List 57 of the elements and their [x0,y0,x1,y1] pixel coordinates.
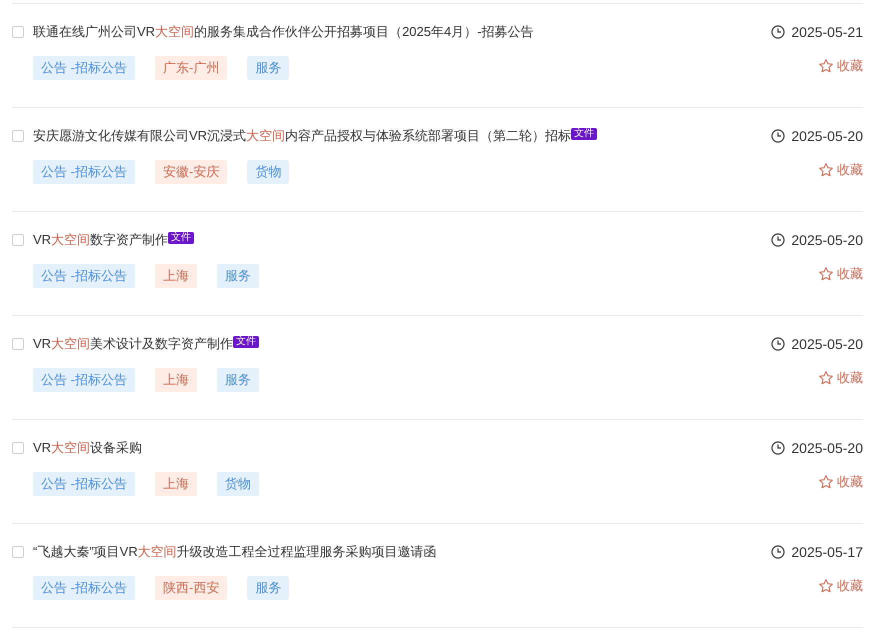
tag[interactable]: 服务 [216,264,259,288]
star-icon [818,578,834,594]
checkbox[interactable] [12,546,24,558]
date: 2025-05-20 [791,230,863,250]
item-title-link[interactable]: 安庆愿游文化传媒有限公司VR沉浸式大空间内容产品授权与体验系统部署项目（第二轮）招标 [33,126,572,146]
clock-icon [771,441,786,455]
favorite-button[interactable]: 收藏 [818,264,863,284]
tag[interactable]: 上海 [154,472,197,496]
item-title-link[interactable]: VR大空间设备采购 [33,438,142,458]
item-title-link[interactable]: “飞越大秦”项目VR大空间升级改造工程全过程监理服务采购项目邀请函 [33,542,437,562]
favorite-button[interactable]: 收藏 [818,160,863,180]
star-icon [818,474,834,490]
star-icon [818,162,834,178]
star-icon [818,370,834,386]
tag[interactable]: 上海 [154,368,197,392]
favorite-button[interactable]: 收藏 [818,576,863,596]
checkbox[interactable] [12,130,24,142]
checkbox[interactable] [12,338,24,350]
tag[interactable]: 服务 [247,56,290,80]
date: 2025-05-20 [791,334,863,354]
checkbox[interactable] [12,26,24,38]
tag[interactable]: 公告 -招标公告 [33,264,135,288]
tag[interactable]: 公告 -招标公告 [33,472,135,496]
tag[interactable]: 陕西-西安 [154,576,228,600]
star-icon [818,58,834,74]
favorite-button[interactable]: 收藏 [818,368,863,388]
favorite-button[interactable]: 收藏 [818,56,863,76]
file-badge: 文件 [233,336,260,348]
tag[interactable]: 公告 -招标公告 [33,368,135,392]
tag[interactable]: 广东-广州 [154,56,228,80]
date: 2025-05-20 [791,126,863,146]
date: 2025-05-20 [791,438,863,458]
tag[interactable]: 安徽-安庆 [154,160,228,184]
item-title-link[interactable]: VR大空间美术设计及数字资产制作 [33,334,234,354]
item-title-link[interactable]: 联通在线广州公司VR大空间的服务集成合作伙伴公开招募项目（2025年4月）-招募公告 [33,22,534,42]
checkbox[interactable] [12,442,24,454]
tag[interactable]: 服务 [216,368,259,392]
tag[interactable]: 货物 [247,160,290,184]
tag[interactable]: 上海 [154,264,197,288]
checkbox[interactable] [12,234,24,246]
clock-icon [771,129,786,143]
tag[interactable]: 公告 -招标公告 [33,576,135,600]
date: 2025-05-21 [791,22,863,42]
clock-icon [771,545,786,559]
tag[interactable]: 公告 -招标公告 [33,160,135,184]
clock-icon [771,337,786,351]
star-icon [818,266,834,282]
tag[interactable]: 公告 -招标公告 [33,56,135,80]
file-badge: 文件 [168,232,194,244]
clock-icon [771,233,786,247]
tag[interactable]: 服务 [247,576,290,600]
item-title-link[interactable]: VR大空间数字资产制作 [33,230,168,250]
clock-icon [771,25,786,39]
date: 2025-05-17 [791,542,863,562]
favorite-button[interactable]: 收藏 [818,472,863,492]
tag[interactable]: 货物 [216,472,259,496]
file-badge: 文件 [571,128,598,140]
